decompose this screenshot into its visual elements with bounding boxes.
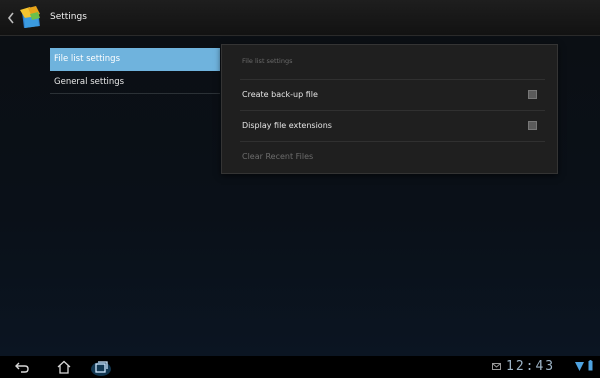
recent-apps-icon[interactable] (90, 357, 112, 377)
detail-pane: File list settings Create back-up file D… (221, 44, 558, 174)
pref-display-file-extensions[interactable]: Display file extensions (240, 110, 545, 141)
wifi-signal-icon (575, 362, 584, 371)
nav-item-file-list-settings[interactable]: File list settings (50, 48, 220, 71)
pref-label: Display file extensions (242, 121, 332, 130)
pref-label: Clear Recent Files (242, 152, 314, 161)
settings-content: File list settings General settings File… (0, 36, 600, 356)
pref-clear-recent-files[interactable]: Clear Recent Files (240, 141, 545, 172)
create-backup-checkbox[interactable] (528, 90, 537, 99)
chevron-left-icon[interactable] (6, 11, 16, 25)
page-title: Settings (50, 12, 87, 22)
action-bar: Settings (0, 0, 600, 36)
nav-item-general-settings[interactable]: General settings (50, 71, 220, 94)
mail-icon (492, 363, 501, 370)
clock: 12:43 (506, 359, 556, 374)
display-extensions-checkbox[interactable] (528, 121, 537, 130)
system-bar: 12:43 (0, 356, 600, 378)
file-manager-app-icon[interactable] (16, 4, 44, 32)
battery-icon (588, 360, 593, 371)
back-icon[interactable] (14, 360, 30, 374)
home-icon[interactable] (56, 360, 72, 374)
nav-item-label: General settings (54, 77, 125, 87)
pane-header: File list settings (242, 57, 293, 65)
pref-create-backup-file[interactable]: Create back-up file (240, 79, 545, 110)
nav-item-label: File list settings (54, 54, 121, 64)
pref-label: Create back-up file (242, 90, 318, 99)
settings-nav: File list settings General settings (50, 48, 220, 94)
